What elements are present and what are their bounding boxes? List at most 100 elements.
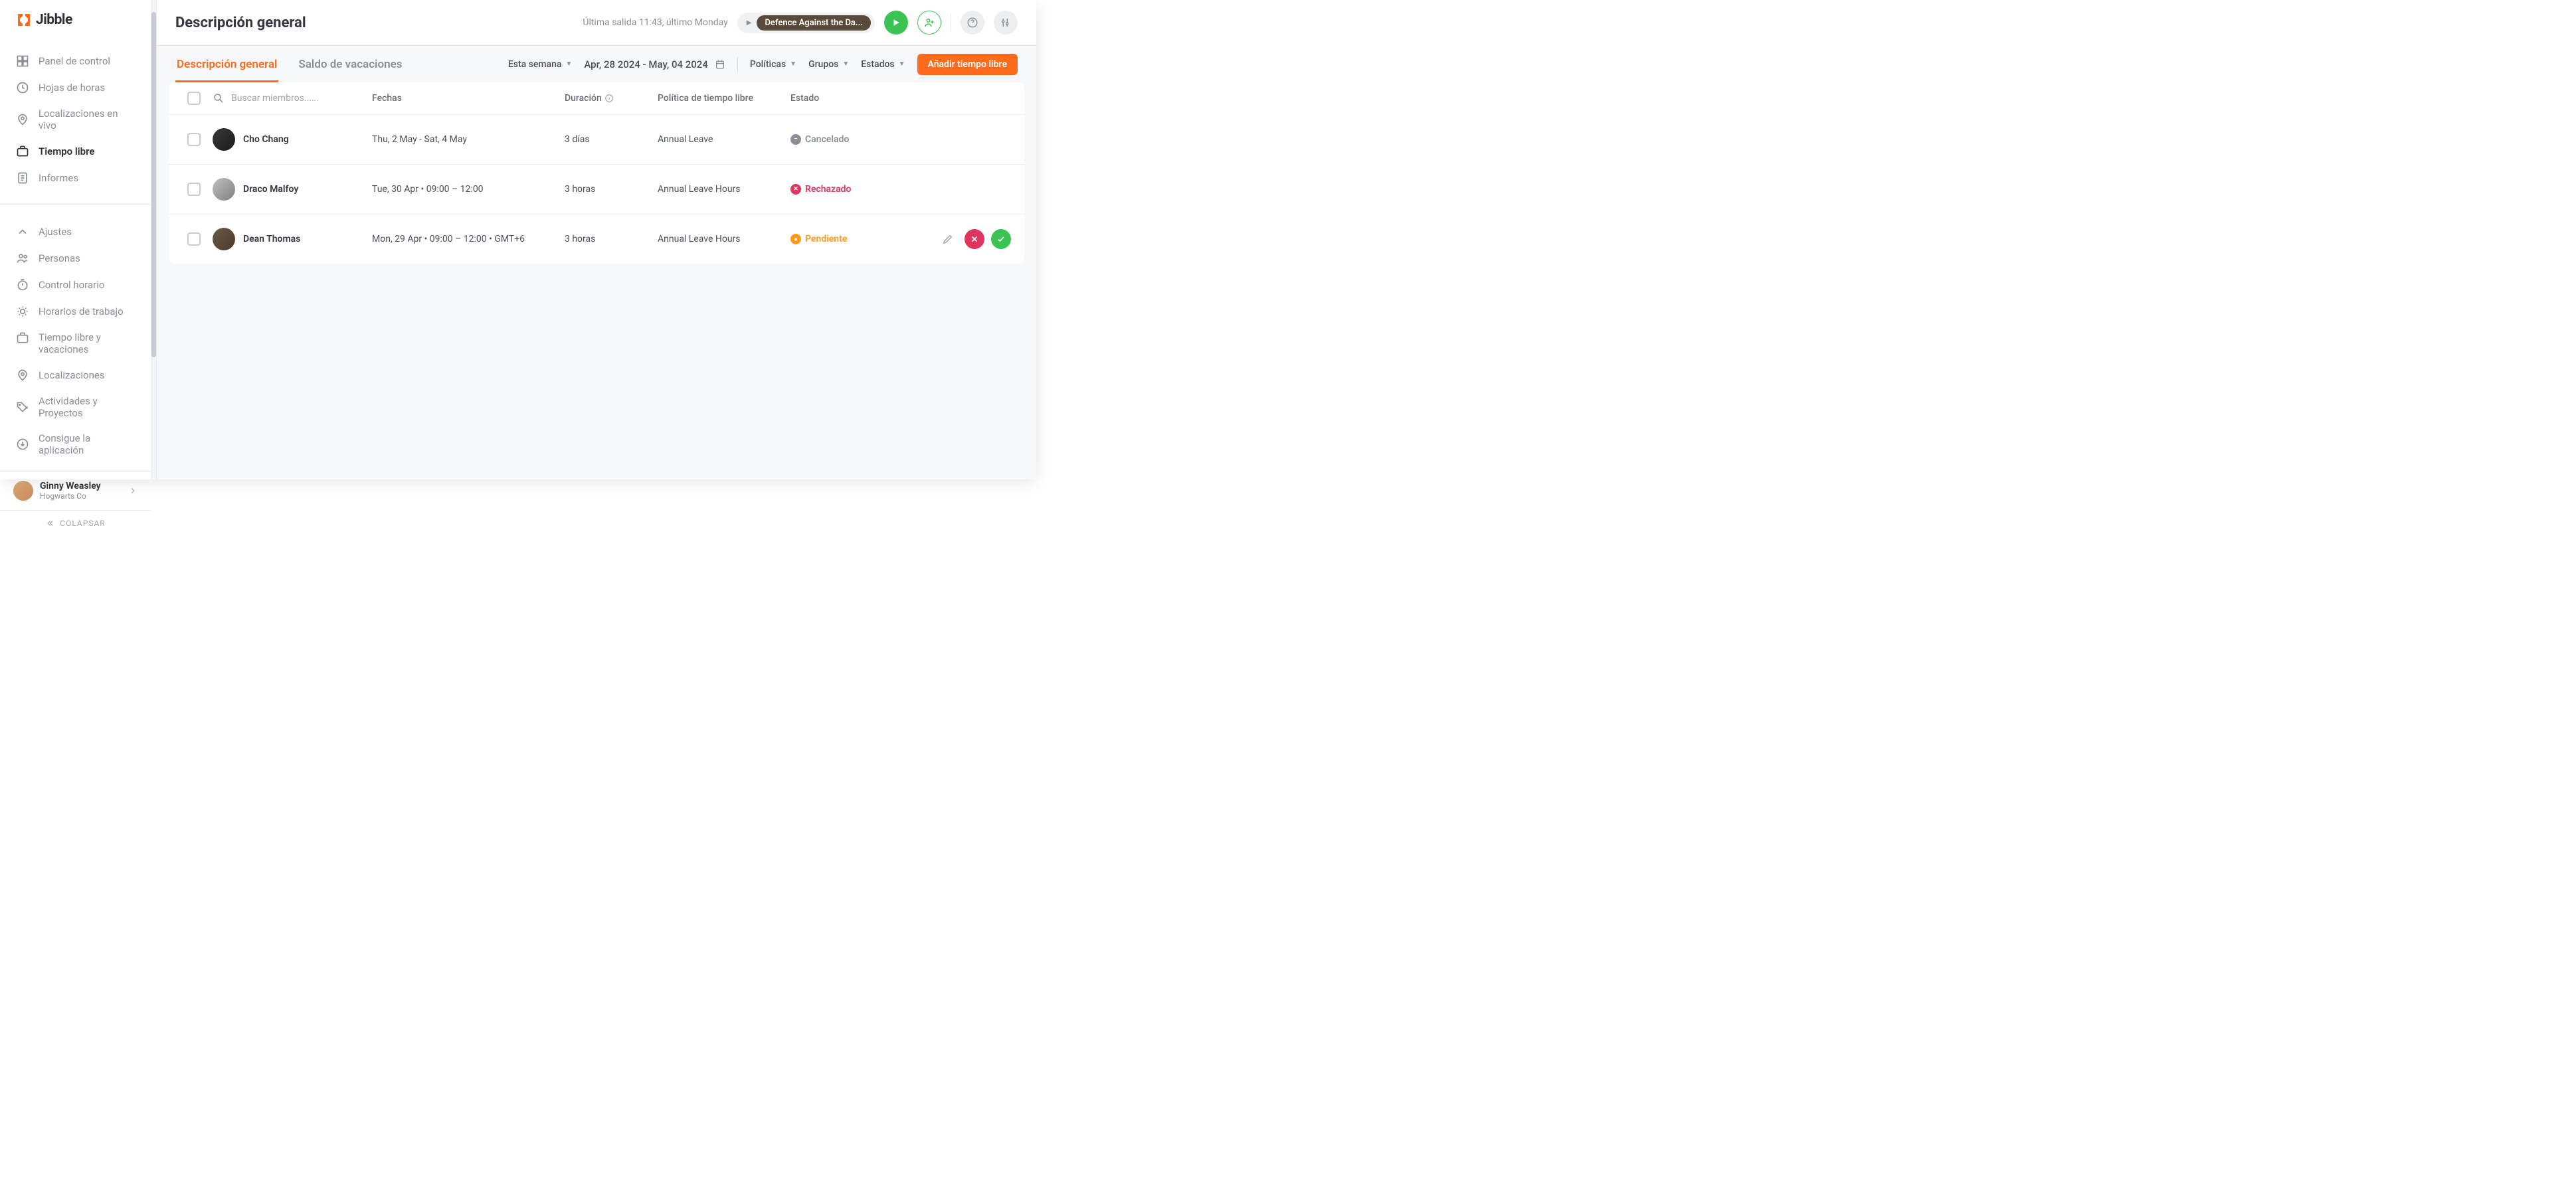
edit-button[interactable]	[938, 229, 958, 249]
jibble-logo-icon	[16, 12, 32, 28]
row-policy: Annual Leave	[658, 134, 790, 145]
person-plus-icon	[923, 17, 935, 29]
table-row[interactable]: Draco Malfoy Tue, 30 Apr • 09:00 – 12:00…	[169, 165, 1024, 214]
download-icon	[16, 438, 29, 451]
location-icon	[16, 369, 29, 382]
user-org: Hogwarts Co	[40, 491, 122, 501]
people-icon	[16, 252, 29, 265]
row-dates: Mon, 29 Apr • 09:00 – 12:00 • GMT+6	[372, 234, 565, 244]
checkbox-all[interactable]	[187, 92, 201, 105]
nav-main: Panel de control Hojas de horas Localiza…	[0, 40, 151, 199]
activity-badge[interactable]: ▶ Defence Against the Da...	[737, 13, 875, 33]
row-checkbox[interactable]	[187, 183, 201, 196]
row-checkbox[interactable]	[187, 232, 201, 246]
search-cell	[213, 92, 372, 104]
tab-overview[interactable]: Descripción general	[175, 46, 278, 82]
search-icon	[213, 92, 225, 104]
nav-consigue-aplicacion[interactable]: Consigue la aplicación	[0, 426, 151, 463]
header: Descripción general Última salida 11:43,…	[157, 0, 1036, 46]
caret-down-icon: ▼	[899, 60, 905, 68]
nav-label: Tiempo libre y vacaciones	[39, 331, 135, 355]
member-cell: Cho Chang	[213, 128, 372, 151]
nav-tiempo-libre[interactable]: Tiempo libre	[0, 138, 151, 165]
nav-hojas-de-horas[interactable]: Hojas de horas	[0, 74, 151, 101]
row-checkbox[interactable]	[187, 133, 201, 146]
report-icon	[16, 171, 29, 185]
member-name: Dean Thomas	[243, 234, 300, 244]
nav-actividades-proyectos[interactable]: Actividades y Proyectos	[0, 388, 151, 426]
member-cell: Dean Thomas	[213, 228, 372, 250]
caret-down-icon: ▼	[790, 60, 796, 68]
briefcase-icon	[16, 145, 29, 158]
nav-informes[interactable]: Informes	[0, 165, 151, 191]
nav-tiempo-libre-vacaciones[interactable]: Tiempo libre y vacaciones	[0, 325, 151, 362]
user-name: Ginny Weasley	[40, 481, 122, 491]
table-head: Fechas Duración Política de tiempo libre…	[169, 82, 1024, 115]
user-card[interactable]: Ginny Weasley Hogwarts Co	[0, 471, 151, 510]
approve-button[interactable]	[991, 229, 1011, 249]
nav-label: Horarios de trabajo	[39, 305, 124, 317]
timer-icon	[16, 278, 29, 292]
nav-localizaciones[interactable]: Localizaciones	[0, 362, 151, 388]
sidebar-scrollbar[interactable]	[151, 0, 157, 479]
settings-icon	[1000, 17, 1012, 29]
policies-dropdown[interactable]: Políticas ▼	[750, 59, 796, 70]
tab-controls: Esta semana ▼ Apr, 28 2024 - May, 04 202…	[508, 54, 1018, 75]
nav-personas[interactable]: Personas	[0, 245, 151, 272]
play-icon	[891, 18, 901, 27]
table-row[interactable]: Cho Chang Thu, 2 May - Sat, 4 May 3 días…	[169, 115, 1024, 165]
week-label: Esta semana	[508, 59, 562, 70]
tag-icon	[16, 400, 29, 414]
col-duration-label: Duración	[565, 93, 602, 104]
logo[interactable]: Jibble	[0, 0, 151, 40]
search-input[interactable]	[231, 93, 349, 104]
row-duration: 3 días	[565, 134, 658, 145]
nav-localizaciones-en-vivo[interactable]: Localizaciones en vivo	[0, 101, 151, 138]
close-icon	[970, 234, 979, 244]
collapse-button[interactable]: COLAPSAR	[0, 510, 151, 536]
date-range[interactable]: Apr, 28 2024 - May, 04 2024	[584, 58, 725, 70]
reject-button[interactable]	[965, 229, 984, 249]
nav-panel-de-control[interactable]: Panel de control	[0, 48, 151, 74]
status-pending-icon: ●	[790, 234, 801, 244]
table-row[interactable]: Dean Thomas Mon, 29 Apr • 09:00 – 12:00 …	[169, 214, 1024, 264]
play-button[interactable]	[884, 11, 908, 35]
nav-label: Informes	[39, 172, 78, 184]
row-dates: Thu, 2 May - Sat, 4 May	[372, 134, 565, 145]
help-button[interactable]	[961, 11, 984, 35]
info-icon[interactable]	[604, 94, 614, 103]
add-person-button[interactable]	[917, 11, 941, 35]
chevron-right-icon	[128, 486, 138, 495]
statuses-dropdown[interactable]: Estados ▼	[861, 59, 905, 70]
groups-dropdown[interactable]: Grupos ▼	[808, 59, 849, 70]
tab-balance[interactable]: Saldo de vacaciones	[297, 46, 403, 82]
groups-label: Grupos	[808, 59, 838, 70]
settings-button[interactable]	[994, 11, 1018, 35]
chevron-up-icon	[16, 225, 29, 238]
page-title: Descripción general	[175, 15, 306, 31]
collapse-icon	[45, 519, 54, 528]
status-rejected-icon: ✕	[790, 184, 801, 195]
nav-label: Panel de control	[39, 55, 110, 67]
tabs: Descripción general Saldo de vacaciones	[175, 46, 403, 82]
avatar	[213, 128, 235, 151]
help-icon	[966, 17, 978, 29]
nav-label: Control horario	[39, 279, 104, 291]
row-duration: 3 horas	[565, 184, 658, 195]
play-small-icon: ▶	[747, 19, 752, 27]
last-exit-text: Última salida 11:43, último Monday	[583, 17, 727, 28]
nav-label: Tiempo libre	[39, 145, 94, 157]
scrollbar-thumb[interactable]	[151, 12, 156, 357]
member-cell: Draco Malfoy	[213, 178, 372, 201]
nav-label: Localizaciones	[39, 369, 105, 381]
nav-horarios-de-trabajo[interactable]: Horarios de trabajo	[0, 298, 151, 325]
nav-control-horario[interactable]: Control horario	[0, 272, 151, 298]
logo-text: Jibble	[36, 12, 72, 28]
col-duration: Duración	[565, 93, 658, 104]
nav-ajustes[interactable]: Ajustes	[0, 218, 151, 245]
week-dropdown[interactable]: Esta semana ▼	[508, 59, 573, 70]
row-duration: 3 horas	[565, 234, 658, 244]
status-cancelled-icon: –	[790, 134, 801, 145]
add-timeoff-button[interactable]: Añadir tiempo libre	[917, 54, 1018, 75]
briefcase-icon	[16, 331, 29, 345]
